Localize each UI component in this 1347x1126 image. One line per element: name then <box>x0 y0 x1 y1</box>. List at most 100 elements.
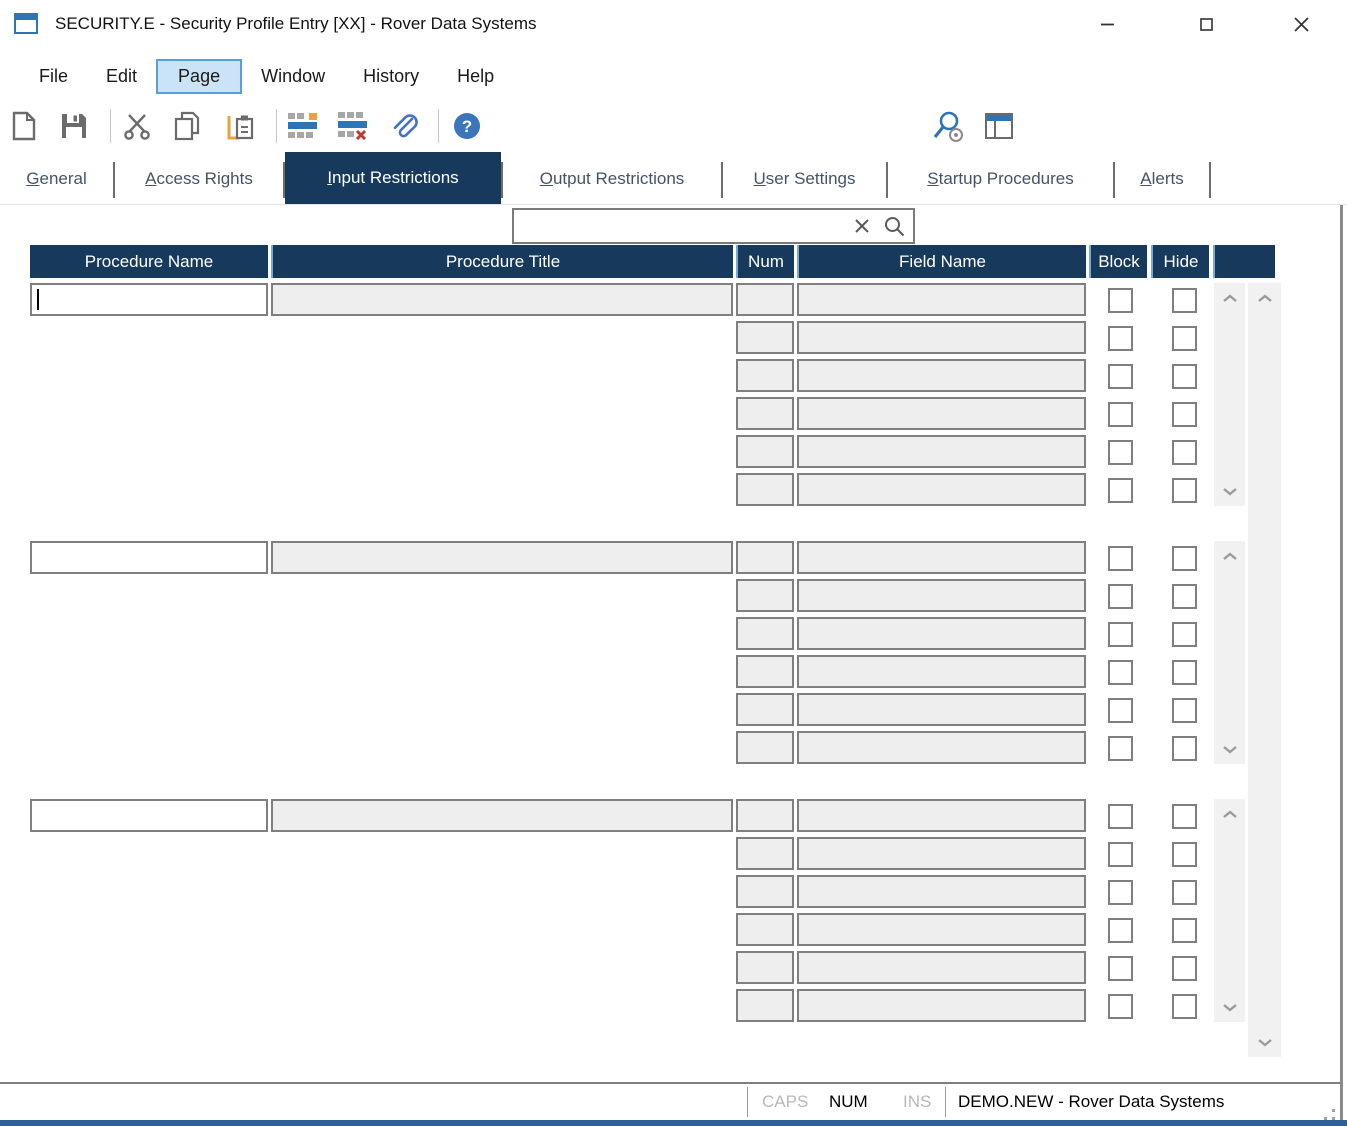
page-scrollbar[interactable] <box>1248 283 1281 1057</box>
paste-button[interactable] <box>222 100 258 152</box>
header-num: Num <box>736 245 794 278</box>
block-checkbox[interactable] <box>1108 622 1133 647</box>
hide-checkbox[interactable] <box>1172 546 1197 571</box>
hide-checkbox[interactable] <box>1172 584 1197 609</box>
new-document-icon <box>11 111 37 141</box>
menu-history[interactable]: History <box>344 60 438 93</box>
tab-output-restrictions[interactable]: Output Restrictions <box>503 156 721 202</box>
menu-help[interactable]: Help <box>438 60 513 93</box>
tabstrip-underline <box>0 204 1347 205</box>
block-checkbox[interactable] <box>1108 956 1133 981</box>
tab-access-rights[interactable]: Access Rights <box>115 156 283 202</box>
menu-window[interactable]: Window <box>242 60 344 93</box>
hide-checkbox[interactable] <box>1172 842 1197 867</box>
field-name-field <box>797 951 1086 984</box>
block-checkbox[interactable] <box>1108 584 1133 609</box>
search-icon[interactable] <box>884 210 905 242</box>
hide-checkbox[interactable] <box>1172 918 1197 943</box>
num-indicator: NUM <box>829 1084 868 1120</box>
resize-grip[interactable] <box>1332 1109 1335 1112</box>
block-checkbox[interactable] <box>1108 440 1133 465</box>
hide-checkbox[interactable] <box>1172 478 1197 503</box>
help-button[interactable]: ? <box>450 100 484 152</box>
block-checkbox[interactable] <box>1108 736 1133 761</box>
window-title: SECURITY.E - Security Profile Entry [XX]… <box>55 0 537 48</box>
hide-checkbox[interactable] <box>1172 402 1197 427</box>
num-field <box>736 989 794 1022</box>
clear-search-icon[interactable] <box>855 210 869 242</box>
menu-file[interactable]: File <box>20 60 87 93</box>
copy-button[interactable] <box>170 100 204 152</box>
hide-checkbox[interactable] <box>1172 326 1197 351</box>
hide-checkbox[interactable] <box>1172 956 1197 981</box>
hide-checkbox[interactable] <box>1172 660 1197 685</box>
hide-checkbox[interactable] <box>1172 804 1197 829</box>
block-checkbox[interactable] <box>1108 804 1133 829</box>
field-name-field <box>797 435 1086 468</box>
group-scrollbar[interactable] <box>1214 541 1245 764</box>
block-checkbox[interactable] <box>1108 698 1133 723</box>
field-name-field <box>797 731 1086 764</box>
group-scrollbar[interactable] <box>1214 799 1245 1022</box>
block-checkbox[interactable] <box>1108 842 1133 867</box>
scroll-up-icon[interactable] <box>1248 285 1281 311</box>
minimize-icon <box>1101 23 1114 26</box>
procedure-title-field <box>271 283 733 316</box>
new-document-button[interactable] <box>8 100 40 152</box>
group-scrollbar[interactable] <box>1214 283 1245 506</box>
tab-user-settings[interactable]: User Settings <box>723 156 886 202</box>
block-checkbox[interactable] <box>1108 660 1133 685</box>
block-checkbox[interactable] <box>1108 918 1133 943</box>
split-layout-button[interactable] <box>982 100 1016 152</box>
hide-checkbox[interactable] <box>1172 288 1197 313</box>
tab-general[interactable]: General <box>0 156 113 202</box>
attachment-button[interactable] <box>388 100 422 152</box>
cut-button[interactable] <box>120 100 154 152</box>
scroll-up-icon[interactable] <box>1214 285 1245 311</box>
block-checkbox[interactable] <box>1108 402 1133 427</box>
minimize-button[interactable] <box>1084 0 1130 48</box>
tab-alerts[interactable]: Alerts <box>1115 156 1209 202</box>
maximize-icon <box>1200 18 1213 31</box>
hide-checkbox[interactable] <box>1172 698 1197 723</box>
restriction-group <box>0 799 1300 1022</box>
hide-checkbox[interactable] <box>1172 736 1197 761</box>
delete-row-button[interactable] <box>336 100 370 152</box>
procedure-name-input[interactable] <box>30 283 268 316</box>
scroll-down-icon[interactable] <box>1214 994 1245 1020</box>
menu-edit[interactable]: Edit <box>87 60 156 93</box>
find-record-button[interactable] <box>928 100 968 152</box>
block-checkbox[interactable] <box>1108 364 1133 389</box>
maximize-button[interactable] <box>1183 0 1229 48</box>
block-checkbox[interactable] <box>1108 546 1133 571</box>
block-checkbox[interactable] <box>1108 994 1133 1019</box>
field-name-field <box>797 321 1086 354</box>
scroll-up-icon[interactable] <box>1214 543 1245 569</box>
hide-checkbox[interactable] <box>1172 622 1197 647</box>
tab-startup-procedures[interactable]: Startup Procedures <box>888 156 1113 202</box>
block-checkbox[interactable] <box>1108 326 1133 351</box>
menu-bar: File Edit Page Window History Help <box>0 52 1347 100</box>
close-button[interactable] <box>1278 0 1324 48</box>
insert-row-button[interactable] <box>286 100 320 152</box>
hide-checkbox[interactable] <box>1172 440 1197 465</box>
paste-icon <box>224 111 256 141</box>
scroll-down-icon[interactable] <box>1214 736 1245 762</box>
hide-checkbox[interactable] <box>1172 364 1197 389</box>
save-button[interactable] <box>58 100 90 152</box>
split-layout-icon <box>985 113 1013 139</box>
status-bar: CAPS NUM INS DEMO.NEW - Rover Data Syste… <box>0 1082 1341 1120</box>
block-checkbox[interactable] <box>1108 288 1133 313</box>
block-checkbox[interactable] <box>1108 478 1133 503</box>
procedure-name-input[interactable] <box>30 799 268 832</box>
scroll-down-icon[interactable] <box>1214 478 1245 504</box>
scroll-down-icon[interactable] <box>1248 1029 1281 1055</box>
block-checkbox[interactable] <box>1108 880 1133 905</box>
procedure-name-input[interactable] <box>30 541 268 574</box>
hide-checkbox[interactable] <box>1172 994 1197 1019</box>
scroll-up-icon[interactable] <box>1214 801 1245 827</box>
hide-checkbox[interactable] <box>1172 880 1197 905</box>
menu-page[interactable]: Page <box>156 59 242 94</box>
tab-input-restrictions[interactable]: Input Restrictions <box>285 152 501 204</box>
search-input[interactable] <box>518 212 848 240</box>
